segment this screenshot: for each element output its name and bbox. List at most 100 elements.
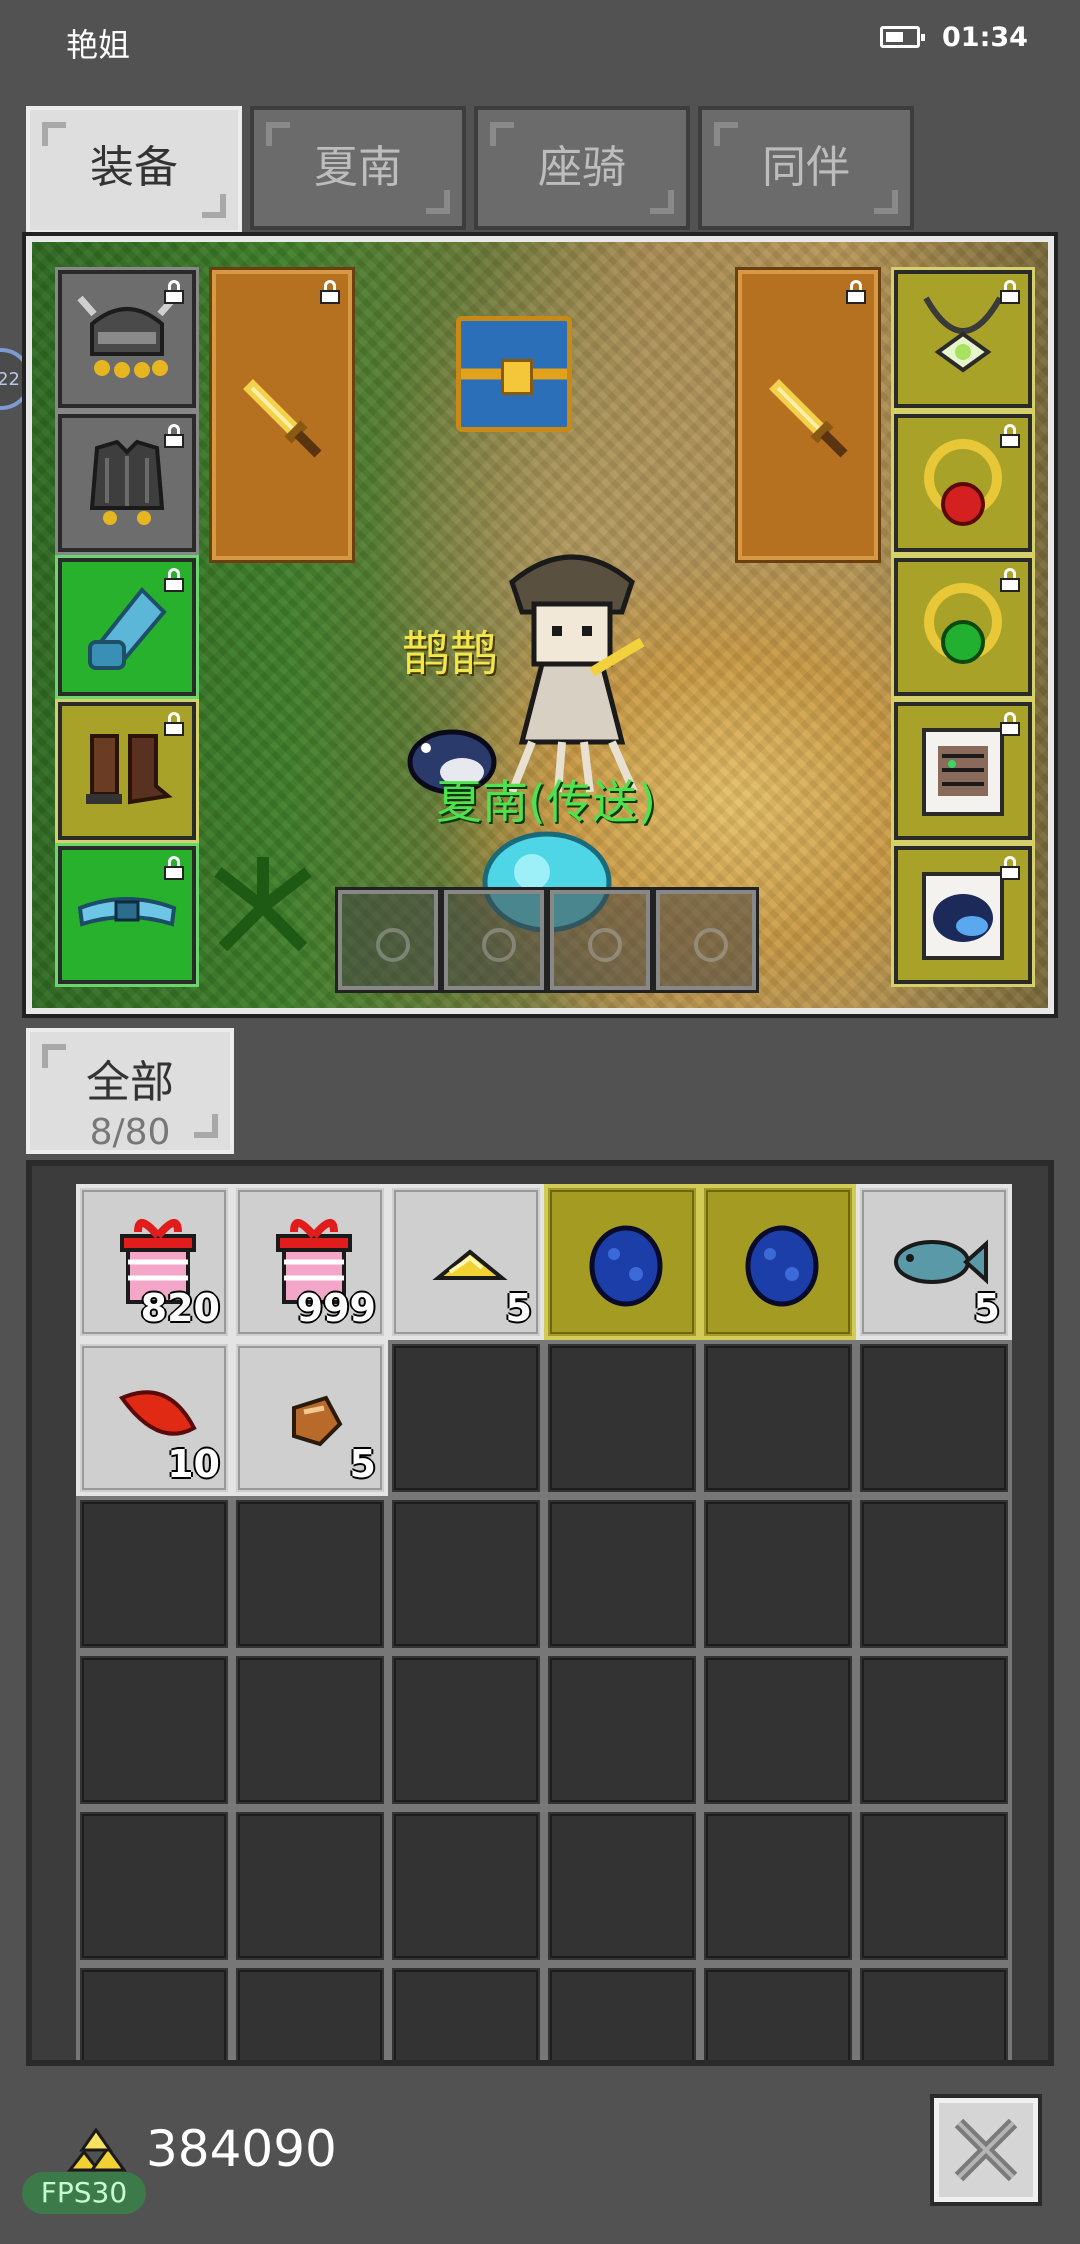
inventory-slot-empty[interactable] [544, 1808, 700, 1964]
inventory-grid: 820 999 5 5 10 5 [76, 1184, 1012, 2060]
battery-icon [880, 26, 925, 48]
tab-companion[interactable]: 同伴 [698, 106, 914, 230]
tab-equipment[interactable]: 装备 [26, 106, 242, 234]
inventory-slot-empty[interactable] [76, 1964, 232, 2060]
inventory-slot-empty[interactable] [856, 1340, 1012, 1496]
status-time: 01:34 [942, 22, 1028, 53]
inventory-slot-empty[interactable] [544, 1964, 700, 2060]
equipment-scene: 鹊鹊 夏南(传送) [22, 232, 1058, 1018]
inventory-slot-empty[interactable] [388, 1964, 544, 2060]
sword-icon [769, 379, 848, 458]
tab-mount[interactable]: 座骑 [474, 106, 690, 230]
lock-icon [164, 856, 184, 880]
quick-slot-3[interactable] [547, 887, 653, 993]
item-quantity: 5 [505, 1286, 532, 1330]
inventory-slot-empty[interactable] [856, 1964, 1012, 2060]
status-bar: 艳姐 01:34 [0, 0, 1080, 80]
tab-label: 夏南 [314, 142, 402, 193]
inventory-slot-empty[interactable] [700, 1652, 856, 1808]
tab-label: 装备 [90, 142, 178, 193]
inventory-slot[interactable]: 999 [232, 1184, 388, 1340]
lock-icon [1000, 712, 1020, 736]
grass-plant-icon [214, 857, 312, 952]
quick-slot-1[interactable] [335, 887, 441, 993]
inventory-slot-empty[interactable] [388, 1808, 544, 1964]
gold-amount: 384090 [146, 2120, 337, 2178]
inventory-slot-empty[interactable] [76, 1652, 232, 1808]
item-quantity: 999 [296, 1286, 376, 1330]
inventory-slot-empty[interactable] [232, 1808, 388, 1964]
status-user-name: 艳姐 [66, 26, 131, 64]
inventory-slot[interactable]: 5 [232, 1340, 388, 1496]
inventory-slot[interactable] [544, 1184, 700, 1340]
inventory-slot-empty[interactable] [700, 1964, 856, 2060]
slot-gauntlet[interactable] [55, 555, 199, 699]
lock-icon [164, 712, 184, 736]
close-button[interactable] [930, 2094, 1042, 2206]
lock-icon [1000, 856, 1020, 880]
lock-icon [846, 280, 866, 304]
inventory-slot[interactable]: 5 [388, 1184, 544, 1340]
inventory-slot-empty[interactable] [544, 1340, 700, 1496]
slot-card-tiger[interactable] [891, 699, 1035, 843]
quick-slot-4[interactable] [653, 887, 759, 993]
item-quantity: 10 [167, 1442, 220, 1486]
lock-icon [320, 280, 340, 304]
close-icon [954, 2118, 1018, 2182]
blue-egg-icon [745, 1225, 819, 1307]
player-character[interactable] [472, 542, 672, 802]
tab-label: 座骑 [538, 142, 626, 193]
inventory-slot-empty[interactable] [856, 1652, 1012, 1808]
inventory-slot[interactable]: 5 [856, 1184, 1012, 1340]
lock-icon [164, 568, 184, 592]
inventory-slot-empty[interactable] [76, 1496, 232, 1652]
slot-helmet[interactable] [55, 267, 199, 411]
inventory-slot-empty[interactable] [232, 1496, 388, 1652]
slot-belt[interactable] [55, 843, 199, 987]
inventory-slot-empty[interactable] [700, 1340, 856, 1496]
blue-egg-icon [589, 1225, 663, 1307]
bag-filter-tab[interactable]: 全部 8/80 [26, 1028, 234, 1154]
inventory-slot-empty[interactable] [388, 1652, 544, 1808]
slot-card-bird[interactable] [891, 843, 1035, 987]
lock-icon [1000, 424, 1020, 448]
lock-icon [164, 280, 184, 304]
inventory-slot-empty[interactable] [544, 1652, 700, 1808]
slot-ring-red[interactable] [891, 411, 1035, 555]
inventory-slot-empty[interactable] [232, 1652, 388, 1808]
inventory-slot[interactable]: 820 [76, 1184, 232, 1340]
lock-icon [164, 424, 184, 448]
item-quantity: 5 [973, 1286, 1000, 1330]
treasure-chest-icon[interactable] [456, 316, 572, 432]
character-name: 鹊鹊 [402, 626, 499, 682]
quick-slot-2[interactable] [441, 887, 547, 993]
inventory-slot[interactable]: 10 [76, 1340, 232, 1496]
gold-coins-icon [66, 2127, 127, 2172]
inventory-slot-empty[interactable] [700, 1496, 856, 1652]
fps-counter: FPS30 [22, 2172, 146, 2214]
inventory-slot-empty[interactable] [76, 1808, 232, 1964]
inventory-slot[interactable] [700, 1184, 856, 1340]
inventory-slot-empty[interactable] [700, 1808, 856, 1964]
inventory-slot-empty[interactable] [388, 1496, 544, 1652]
lock-icon [1000, 280, 1020, 304]
pet-name: 夏南(传送) [436, 775, 656, 829]
lock-icon [1000, 568, 1020, 592]
slot-necklace[interactable] [891, 267, 1035, 411]
inventory-slot-empty[interactable] [856, 1808, 1012, 1964]
inventory-slot-empty[interactable] [388, 1340, 544, 1496]
inventory-slot-empty[interactable] [544, 1496, 700, 1652]
slot-ring-green[interactable] [891, 555, 1035, 699]
slot-weapon-left[interactable] [209, 267, 355, 563]
item-quantity: 5 [349, 1442, 376, 1486]
tab-label: 同伴 [762, 142, 850, 193]
inventory-panel[interactable]: 820 999 5 5 10 5 [26, 1160, 1054, 2066]
slot-boots[interactable] [55, 699, 199, 843]
item-quantity: 820 [140, 1286, 220, 1330]
tab-xianan[interactable]: 夏南 [250, 106, 466, 230]
slot-weapon-right[interactable] [735, 267, 881, 563]
sword-icon [243, 379, 322, 458]
inventory-slot-empty[interactable] [856, 1496, 1012, 1652]
slot-armor[interactable] [55, 411, 199, 555]
inventory-slot-empty[interactable] [232, 1964, 388, 2060]
